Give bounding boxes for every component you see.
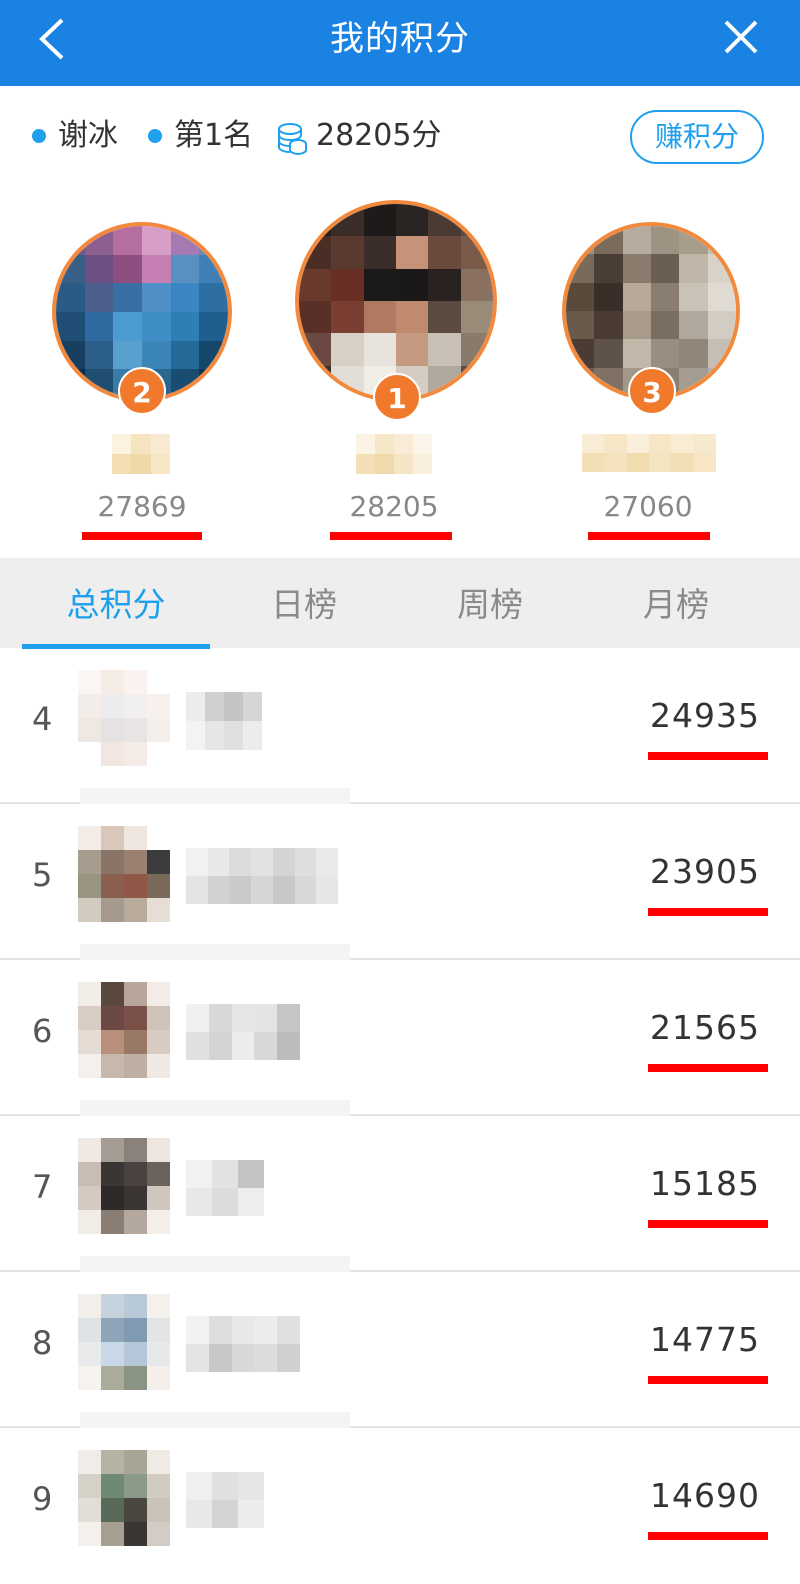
list-avatar (78, 670, 170, 766)
highlight-underline (648, 752, 768, 760)
coins-icon (278, 123, 307, 156)
rank-badge-2: 2 (118, 367, 166, 415)
earn-points-button[interactable]: 赚积分 (630, 110, 764, 164)
list-rank: 9 (32, 1480, 53, 1518)
list-avatar (78, 1294, 170, 1390)
highlight-underline (330, 532, 452, 540)
blur-artifact (80, 944, 350, 960)
highlight-underline (648, 1220, 768, 1228)
list-score: 24935 (650, 696, 760, 735)
list-name-blurred (186, 1316, 300, 1372)
blur-artifact (80, 1412, 350, 1428)
list-rank: 6 (32, 1012, 53, 1050)
list-item[interactable]: 4 24935 (0, 648, 800, 804)
highlight-underline (588, 532, 710, 540)
top-bar: 我的积分 (0, 0, 800, 86)
list-name-blurred (186, 848, 338, 904)
podium-score-rank-1: 28205 (349, 490, 439, 523)
highlight-underline (648, 1064, 768, 1072)
list-avatar (78, 982, 170, 1078)
blur-artifact (80, 1100, 350, 1116)
highlight-underline (648, 1376, 768, 1384)
highlight-underline (82, 532, 202, 540)
list-item[interactable]: 5 23905 (0, 804, 800, 960)
rank-badge-1: 1 (373, 373, 421, 421)
list-score: 23905 (650, 852, 760, 891)
highlight-underline (648, 1532, 768, 1540)
user-points: 28205分 (316, 118, 442, 153)
leaderboard-tabs: 总积分 日榜 周榜 月榜 (0, 558, 800, 649)
list-rank: 4 (32, 700, 53, 738)
list-name-blurred (186, 1004, 300, 1060)
list-name-blurred (186, 1472, 264, 1528)
list-avatar (78, 1138, 170, 1234)
list-score: 21565 (650, 1008, 760, 1047)
user-summary: 谢冰 第1名 28205分 赚积分 (0, 100, 800, 172)
bullet-icon (32, 129, 46, 143)
podium-score-rank-2: 27869 (97, 490, 187, 523)
rank-badge-3: 3 (628, 367, 676, 415)
close-icon (724, 20, 758, 54)
user-name: 谢冰 (58, 118, 118, 153)
tab-total-points[interactable]: 总积分 (22, 558, 210, 648)
blur-artifact (80, 788, 350, 804)
list-score: 15185 (650, 1164, 760, 1203)
list-name-blurred (186, 1160, 264, 1216)
tab-weekly[interactable]: 周榜 (396, 558, 584, 648)
list-rank: 8 (32, 1324, 53, 1362)
list-item[interactable]: 6 21565 (0, 960, 800, 1116)
list-score: 14690 (650, 1476, 760, 1515)
list-item[interactable]: 7 15185 (0, 1116, 800, 1272)
highlight-underline (648, 908, 768, 916)
tab-daily[interactable]: 日榜 (210, 558, 398, 648)
podium-name-blurred (356, 434, 432, 474)
list-rank: 7 (32, 1168, 53, 1206)
list-avatar (78, 1450, 170, 1546)
list-score: 14775 (650, 1320, 760, 1359)
podium-score-rank-3: 27060 (603, 490, 693, 523)
page-title: 我的积分 (330, 19, 470, 59)
close-button[interactable] (718, 14, 764, 60)
list-name-blurred (186, 692, 262, 750)
bullet-icon (148, 129, 162, 143)
podium-name-blurred (582, 434, 716, 472)
podium-name-blurred (112, 434, 170, 474)
blur-artifact (80, 1256, 350, 1272)
list-rank: 5 (32, 856, 53, 894)
tab-monthly[interactable]: 月榜 (582, 558, 770, 648)
list-item[interactable]: 9 14690 (0, 1428, 800, 1584)
list-item[interactable]: 8 14775 (0, 1272, 800, 1428)
list-avatar (78, 826, 170, 922)
avatar-rank-1[interactable] (295, 200, 497, 402)
user-rank: 第1名 (174, 118, 254, 153)
